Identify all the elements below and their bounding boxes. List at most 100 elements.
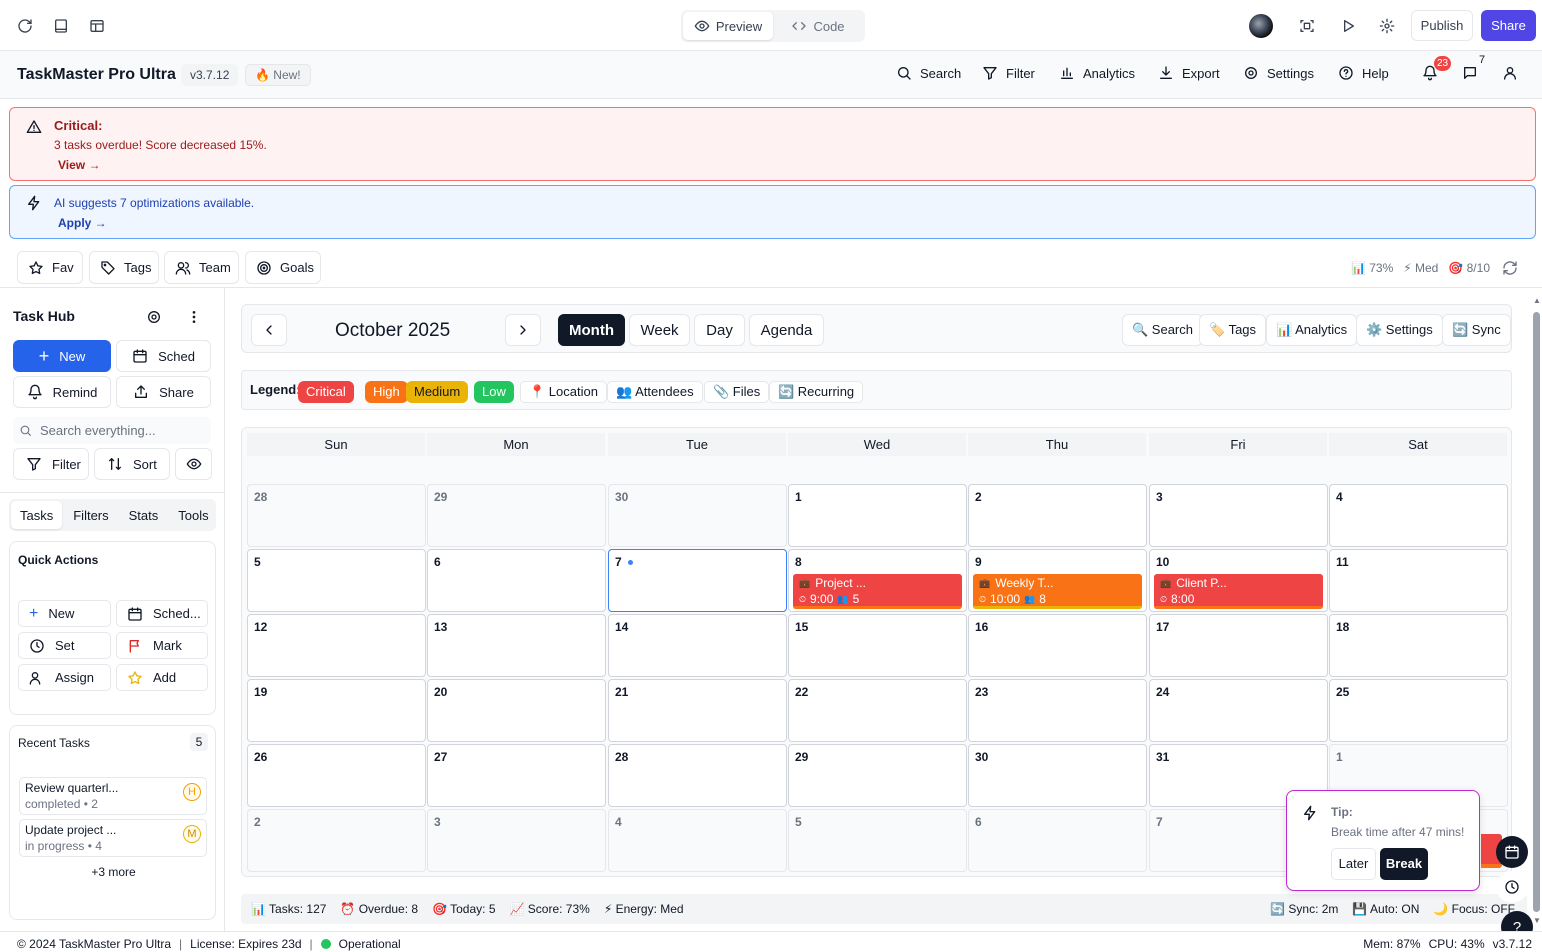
- day-cell[interactable]: 21: [608, 679, 787, 742]
- qa-schedule-button[interactable]: Sched...: [116, 600, 208, 627]
- tab-tools[interactable]: Tools: [169, 501, 217, 529]
- tip-later-button[interactable]: Later: [1331, 848, 1376, 880]
- qa-assign-button[interactable]: Assign: [18, 664, 111, 691]
- more-tasks-link[interactable]: +3 more: [10, 865, 217, 879]
- tip-break-button[interactable]: Break: [1380, 848, 1428, 880]
- day-cell[interactable]: 6: [427, 549, 606, 612]
- gear-icon[interactable]: [146, 308, 162, 325]
- tab-filters[interactable]: Filters: [64, 501, 117, 529]
- tab-stats[interactable]: Stats: [120, 501, 168, 529]
- team-button[interactable]: Team: [164, 251, 239, 284]
- day-cell[interactable]: 3: [1149, 484, 1328, 547]
- day-cell[interactable]: 29: [427, 484, 606, 547]
- cal-tags-button[interactable]: 🏷️ Tags: [1199, 314, 1267, 346]
- day-cell[interactable]: 25: [1329, 679, 1508, 742]
- view-month-button[interactable]: Month: [558, 314, 625, 346]
- new-task-button[interactable]: + New: [13, 340, 111, 372]
- scan-icon[interactable]: [1293, 12, 1321, 40]
- ai-alert-apply-link[interactable]: Apply →: [58, 216, 107, 230]
- qa-mark-button[interactable]: Mark: [116, 632, 208, 659]
- day-cell[interactable]: 28: [608, 744, 787, 807]
- day-cell[interactable]: 27: [427, 744, 606, 807]
- day-cell[interactable]: 6: [968, 809, 1147, 872]
- day-cell[interactable]: 28: [247, 484, 426, 547]
- day-cell[interactable]: 19: [247, 679, 426, 742]
- day-cell[interactable]: 24: [1149, 679, 1328, 742]
- calendar-fab[interactable]: [1496, 836, 1528, 868]
- day-cell[interactable]: 4: [608, 809, 787, 872]
- day-cell[interactable]: 10 💼 Client P... ⏲ 8:00: [1149, 549, 1328, 612]
- clock-fab[interactable]: [1496, 871, 1528, 903]
- day-cell[interactable]: 1: [788, 484, 967, 547]
- visibility-toggle[interactable]: [175, 448, 212, 480]
- fav-button[interactable]: Fav: [17, 251, 83, 284]
- qa-set-button[interactable]: Set: [18, 632, 111, 659]
- goals-button[interactable]: Goals: [245, 251, 321, 284]
- day-cell[interactable]: 4: [1329, 484, 1508, 547]
- recent-task-item[interactable]: Update project ... in progress • 4 M: [19, 819, 207, 857]
- day-cell[interactable]: 12: [247, 614, 426, 677]
- day-cell[interactable]: 30: [608, 484, 787, 547]
- layout-icon[interactable]: [83, 12, 111, 40]
- prev-month-button[interactable]: [251, 314, 287, 346]
- avatar[interactable]: [1249, 14, 1273, 38]
- recent-task-item[interactable]: Review quarterl... completed • 2 H: [19, 777, 207, 815]
- day-cell[interactable]: 11: [1329, 549, 1508, 612]
- header-settings-button[interactable]: Settings: [1243, 65, 1314, 81]
- code-tab[interactable]: Code: [773, 12, 863, 40]
- sort-button[interactable]: Sort: [94, 448, 170, 480]
- cal-settings-button[interactable]: ⚙️ Settings: [1356, 314, 1443, 346]
- day-cell[interactable]: 14: [608, 614, 787, 677]
- header-analytics-button[interactable]: Analytics: [1059, 65, 1135, 81]
- scrollbar[interactable]: ▲ ▼: [1530, 296, 1542, 926]
- sidebar-search-input[interactable]: Search everything...: [13, 417, 211, 444]
- day-cell[interactable]: 13: [427, 614, 606, 677]
- view-week-button[interactable]: Week: [629, 314, 690, 346]
- publish-button[interactable]: Publish: [1411, 10, 1473, 41]
- schedule-button[interactable]: Sched: [116, 340, 211, 372]
- critical-alert-view-link[interactable]: View →: [58, 158, 100, 172]
- calendar-event[interactable]: 💼 Project ... ⏲ 9:00 👥 5: [793, 574, 962, 609]
- tablet-icon[interactable]: [47, 12, 75, 40]
- day-cell[interactable]: 20: [427, 679, 606, 742]
- header-search-button[interactable]: Search: [896, 65, 961, 81]
- day-cell[interactable]: 5: [247, 549, 426, 612]
- header-help-button[interactable]: Help: [1338, 65, 1389, 81]
- tags-button[interactable]: Tags: [89, 251, 159, 284]
- day-cell[interactable]: 9 💼 Weekly T... ⏲ 10:00 👥 8: [968, 549, 1147, 612]
- more-vertical-icon[interactable]: [186, 308, 202, 325]
- qa-new-button[interactable]: + New: [18, 600, 111, 627]
- filter-button[interactable]: Filter: [13, 448, 89, 480]
- day-cell[interactable]: 16: [968, 614, 1147, 677]
- gear-icon[interactable]: [1373, 12, 1401, 40]
- share-task-button[interactable]: Share: [116, 376, 211, 408]
- day-cell[interactable]: 26: [247, 744, 426, 807]
- qa-add-button[interactable]: Add: [116, 664, 208, 691]
- cal-analytics-button[interactable]: 📊 Analytics: [1266, 314, 1358, 346]
- day-cell[interactable]: 8 💼 Project ... ⏲ 9:00 👥 5: [788, 549, 967, 612]
- header-filter-button[interactable]: Filter: [982, 65, 1035, 81]
- day-cell[interactable]: 29: [788, 744, 967, 807]
- share-button[interactable]: Share: [1481, 10, 1536, 41]
- day-cell-today[interactable]: 7: [608, 549, 787, 612]
- scrollbar-thumb[interactable]: [1533, 312, 1540, 912]
- refresh-icon[interactable]: [11, 12, 39, 40]
- remind-button[interactable]: Remind: [13, 376, 111, 408]
- view-day-button[interactable]: Day: [694, 314, 745, 346]
- preview-tab[interactable]: Preview: [683, 12, 773, 40]
- day-cell[interactable]: 5: [788, 809, 967, 872]
- refresh-stats-icon[interactable]: [1502, 259, 1518, 276]
- day-cell[interactable]: 2: [247, 809, 426, 872]
- day-cell[interactable]: 30: [968, 744, 1147, 807]
- header-export-button[interactable]: Export: [1158, 65, 1220, 81]
- day-cell[interactable]: 3: [427, 809, 606, 872]
- tab-tasks[interactable]: Tasks: [11, 501, 63, 529]
- calendar-event[interactable]: 💼 Client P... ⏲ 8:00: [1154, 574, 1323, 609]
- profile-button[interactable]: [1502, 65, 1518, 81]
- day-cell[interactable]: 22: [788, 679, 967, 742]
- day-cell[interactable]: 17: [1149, 614, 1328, 677]
- day-cell[interactable]: 23: [968, 679, 1147, 742]
- cal-search-button[interactable]: 🔍 Search: [1122, 314, 1203, 346]
- play-icon[interactable]: [1334, 12, 1362, 40]
- cal-sync-button[interactable]: 🔄 Sync: [1442, 314, 1511, 346]
